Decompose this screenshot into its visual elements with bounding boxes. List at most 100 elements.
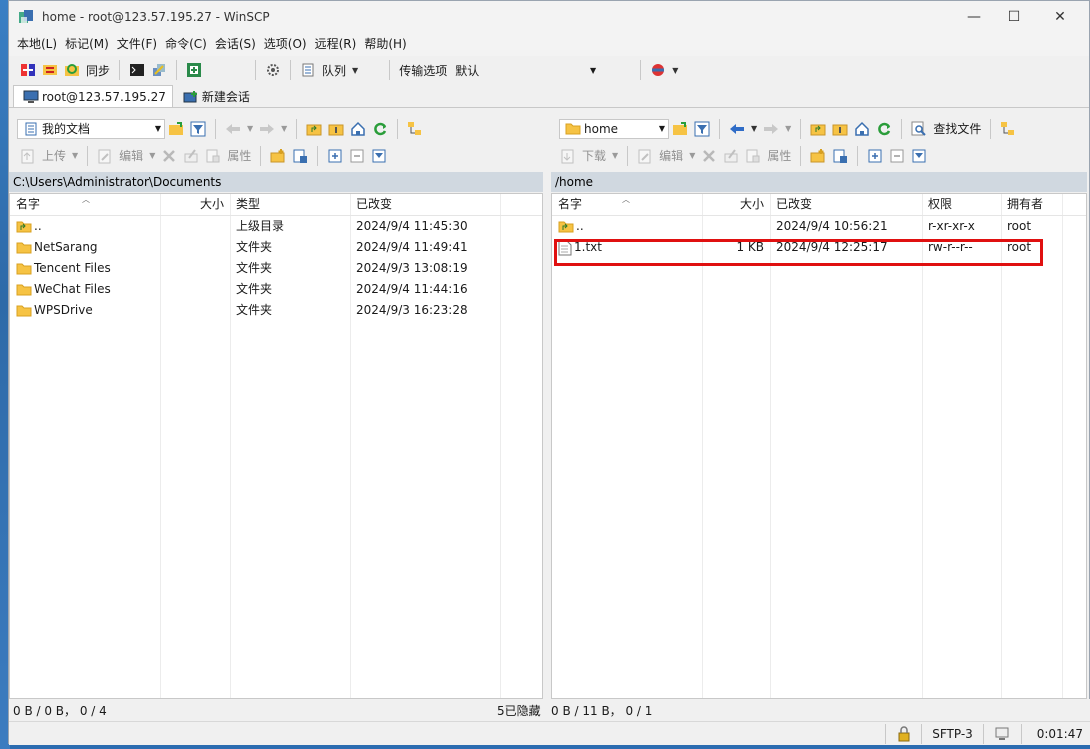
new-session-icon[interactable] [185, 61, 203, 79]
download-button[interactable]: 下载 [582, 147, 606, 164]
filter-icon[interactable] [189, 120, 207, 138]
transfer-options-select[interactable]: 默认 ▼ [450, 60, 601, 80]
forward-icon[interactable] [258, 120, 276, 138]
edit-icon[interactable] [96, 147, 114, 165]
maximize-button[interactable]: ☐ [991, 1, 1037, 32]
chevron-down-icon[interactable]: ▼ [672, 66, 678, 75]
back-icon[interactable] [728, 120, 746, 138]
forward-icon[interactable] [762, 120, 780, 138]
tab-session[interactable]: root@123.57.195.27 [13, 85, 173, 107]
filter-icon[interactable] [693, 120, 711, 138]
chevron-down-icon[interactable]: ▼ [751, 124, 757, 133]
parent-dir-icon[interactable] [809, 120, 827, 138]
putty-icon[interactable] [150, 61, 168, 79]
tab-new-session[interactable]: 新建会话 [173, 85, 257, 107]
menu-help[interactable]: 帮助(H) [360, 32, 410, 56]
table-row[interactable]: Tencent Files 文件夹 2024/9/3 13:08:19 [10, 258, 542, 279]
new-file-icon[interactable] [291, 147, 309, 165]
chevron-down-icon[interactable]: ▼ [149, 151, 155, 160]
delete-icon[interactable] [700, 147, 718, 165]
delete-icon[interactable] [160, 147, 178, 165]
rename-icon[interactable] [722, 147, 740, 165]
menu-local[interactable]: 本地(L) [13, 32, 61, 56]
compare-dirs-icon[interactable] [19, 61, 37, 79]
queue-button[interactable]: 队列 [322, 62, 346, 79]
root-dir-icon[interactable] [327, 120, 345, 138]
col-owner[interactable]: 拥有者 [1001, 194, 1062, 215]
edit-icon[interactable] [636, 147, 654, 165]
local-path-bar[interactable]: C:\Users\Administrator\Documents [9, 172, 543, 192]
new-file-icon[interactable] [831, 147, 849, 165]
terminal-icon[interactable] [128, 61, 146, 79]
properties-button[interactable]: 属性 [227, 147, 251, 164]
chevron-down-icon[interactable]: ▼ [689, 151, 695, 160]
reconnect-icon[interactable] [649, 61, 667, 79]
menu-options[interactable]: 选项(O) [260, 32, 311, 56]
rename-icon[interactable] [182, 147, 200, 165]
menu-session[interactable]: 会话(S) [211, 32, 260, 56]
home-icon[interactable] [349, 120, 367, 138]
network-icon[interactable] [983, 723, 1021, 744]
menu-commands[interactable]: 命令(C) [161, 32, 211, 56]
refresh-icon[interactable] [875, 120, 893, 138]
tree-view-icon[interactable] [999, 120, 1017, 138]
menu-file[interactable]: 文件(F) [113, 32, 161, 56]
select-all-icon[interactable] [326, 147, 344, 165]
open-folder-icon[interactable] [671, 120, 689, 138]
col-permissions[interactable]: 权限 [922, 194, 1001, 215]
menu-mark[interactable]: 标记(M) [61, 32, 113, 56]
col-size[interactable]: 大小 [702, 194, 770, 215]
properties-icon[interactable] [744, 147, 762, 165]
menu-remote[interactable]: 远程(R) [311, 32, 361, 56]
col-modified[interactable]: 已改变 [350, 194, 500, 215]
refresh-icon[interactable] [371, 120, 389, 138]
filter-select-icon[interactable] [370, 147, 388, 165]
back-icon[interactable] [224, 120, 242, 138]
col-type[interactable]: 类型 [230, 194, 350, 215]
remote-path-bar[interactable]: /home [551, 172, 1087, 192]
tree-view-icon[interactable] [406, 120, 424, 138]
hidden-files-status[interactable]: 5已隐藏 [497, 702, 541, 719]
queue-icon[interactable] [299, 61, 317, 79]
find-files-button[interactable]: 查找文件 [933, 120, 981, 137]
synchronize-icon[interactable] [63, 61, 81, 79]
close-button[interactable]: ✕ [1037, 1, 1083, 32]
properties-button[interactable]: 属性 [767, 147, 791, 164]
gear-icon[interactable] [264, 61, 282, 79]
chevron-down-icon[interactable]: ▼ [612, 151, 618, 160]
properties-icon[interactable] [204, 147, 222, 165]
edit-button[interactable]: 编辑 [659, 147, 683, 164]
table-row[interactable]: NetSarang 文件夹 2024/9/4 11:49:41 [10, 237, 542, 258]
upload-button[interactable]: 上传 [42, 147, 66, 164]
edit-button[interactable]: 编辑 [119, 147, 143, 164]
filter-select-icon[interactable] [910, 147, 928, 165]
home-icon[interactable] [853, 120, 871, 138]
chevron-down-icon[interactable]: ▼ [247, 124, 253, 133]
download-icon[interactable] [559, 147, 577, 165]
unselect-icon[interactable] [348, 147, 366, 165]
col-size[interactable]: 大小 [160, 194, 230, 215]
table-row[interactable]: WeChat Files 文件夹 2024/9/4 11:44:16 [10, 279, 542, 300]
local-file-list[interactable]: ︿ 名字 大小 类型 已改变 .. 上级目录 2024/9/4 11:45:30 Ne… [9, 193, 543, 699]
new-folder-icon[interactable] [809, 147, 827, 165]
sync-browse-icon[interactable] [41, 61, 59, 79]
remote-file-list[interactable]: ︿ 名字 大小 已改变 权限 拥有者 .. 2024/9/4 10:56:21 r-… [551, 193, 1087, 699]
table-row[interactable]: WPSDrive 文件夹 2024/9/3 16:23:28 [10, 300, 542, 321]
chevron-down-icon[interactable]: ▼ [785, 124, 791, 133]
open-folder-icon[interactable] [167, 120, 185, 138]
select-all-icon[interactable] [866, 147, 884, 165]
col-modified[interactable]: 已改变 [770, 194, 922, 215]
parent-dir-icon[interactable] [305, 120, 323, 138]
local-location-select[interactable]: 我的文档 ▼ [17, 118, 165, 139]
table-row[interactable]: .. 上级目录 2024/9/4 11:45:30 [10, 216, 542, 237]
unselect-icon[interactable] [888, 147, 906, 165]
new-folder-icon[interactable] [269, 147, 287, 165]
lock-icon[interactable] [885, 723, 921, 744]
chevron-down-icon[interactable]: ▼ [72, 151, 78, 160]
remote-location-select[interactable]: home ▼ [559, 118, 669, 139]
upload-icon[interactable] [19, 147, 37, 165]
table-row[interactable]: .. 2024/9/4 10:56:21 r-xr-xr-x root [552, 216, 1086, 237]
chevron-down-icon[interactable]: ▼ [352, 66, 358, 75]
root-dir-icon[interactable] [831, 120, 849, 138]
synchronize-button[interactable]: 同步 [86, 62, 110, 79]
